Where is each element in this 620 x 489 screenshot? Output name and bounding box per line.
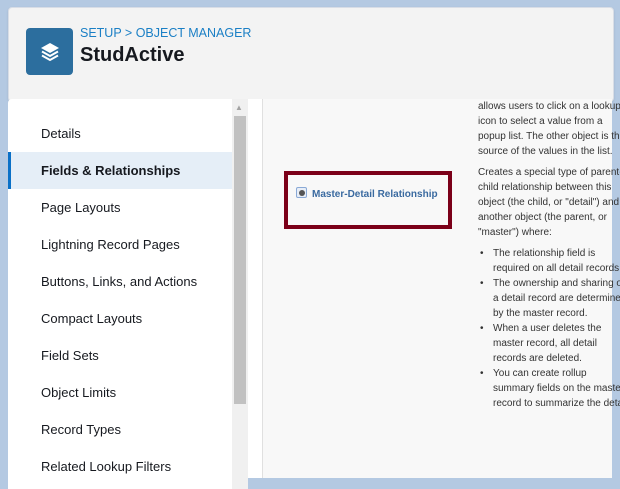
sidebar-item-record-types[interactable]: Record Types — [8, 411, 232, 448]
scroll-up-icon[interactable]: ▲ — [235, 103, 243, 112]
scrollbar-thumb[interactable] — [234, 116, 246, 404]
sidebar-item-related-lookup-filters[interactable]: Related Lookup Filters — [8, 448, 232, 485]
master-detail-radio[interactable] — [296, 187, 307, 198]
page-title: StudActive — [80, 44, 185, 66]
main-content: Master-Detail Relationship allows users … — [248, 99, 620, 478]
sidebar-item-buttons-links-actions[interactable]: Buttons, Links, and Actions — [8, 263, 232, 300]
bullet: The relationship field is required on al… — [478, 246, 620, 276]
sidebar-scrollbar[interactable]: ▲ — [232, 99, 248, 489]
sidebar-item-details[interactable]: Details — [8, 115, 232, 152]
sidebar-item-fields-relationships[interactable]: Fields & Relationships — [8, 152, 232, 189]
sidebar-item-object-limits[interactable]: Object Limits — [8, 374, 232, 411]
bullet: You can create rollup summary fields on … — [478, 366, 620, 411]
layers-icon — [26, 28, 73, 75]
sidebar: Details Fields & Relationships Page Layo… — [8, 99, 248, 489]
sidebar-item-lightning-record-pages[interactable]: Lightning Record Pages — [8, 226, 232, 263]
field-type-description: allows users to click on a lookup icon t… — [478, 99, 620, 411]
highlight-box — [284, 171, 452, 229]
master-detail-label[interactable]: Master-Detail Relationship — [312, 189, 438, 200]
breadcrumb[interactable]: SETUP > OBJECT MANAGER — [80, 26, 251, 40]
sidebar-item-page-layouts[interactable]: Page Layouts — [8, 189, 232, 226]
sidebar-item-compact-layouts[interactable]: Compact Layouts — [8, 300, 232, 337]
object-header: SETUP > OBJECT MANAGER StudActive — [8, 7, 614, 102]
sidebar-item-field-sets[interactable]: Field Sets — [8, 337, 232, 374]
master-detail-description: Creates a special type of parent-child r… — [478, 167, 620, 238]
field-type-panel: Master-Detail Relationship allows users … — [262, 99, 620, 478]
bullet: When a user deletes the master record, a… — [478, 321, 620, 366]
bullet: The ownership and sharing of a detail re… — [478, 276, 620, 321]
lookup-description: allows users to click on a lookup icon t… — [478, 101, 620, 157]
